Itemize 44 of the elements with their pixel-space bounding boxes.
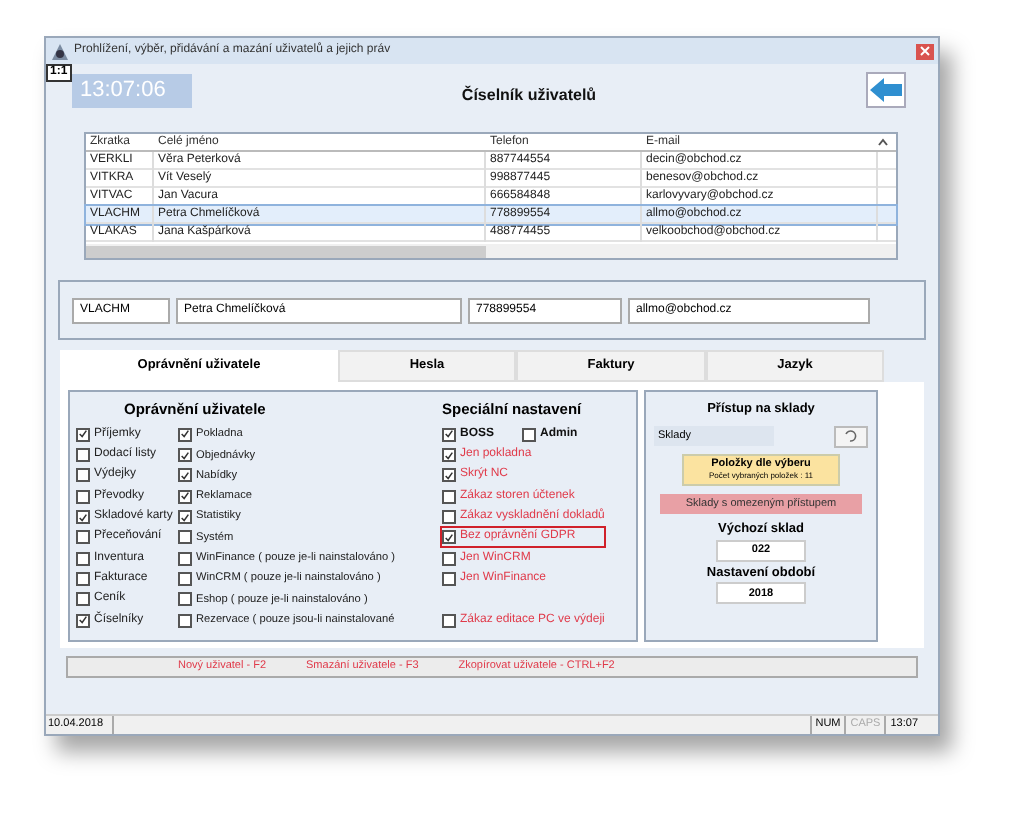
checkbox[interactable] (442, 448, 456, 463)
checkbox[interactable] (178, 489, 192, 504)
checkbox[interactable] (76, 448, 90, 463)
checkbox[interactable] (442, 489, 456, 504)
scroll-up-icon (878, 138, 888, 146)
checkbox[interactable] (178, 427, 192, 442)
checkbox[interactable] (442, 551, 456, 566)
checkbox[interactable] (178, 468, 192, 483)
checkbox[interactable] (76, 551, 90, 566)
checkbox[interactable] (178, 551, 192, 566)
check-icon (444, 531, 454, 544)
checkbox[interactable] (178, 530, 192, 545)
close-icon (920, 46, 930, 56)
checkbox[interactable] (178, 448, 192, 463)
checkbox[interactable] (76, 613, 90, 628)
checkbox[interactable] (442, 530, 456, 545)
checkbox[interactable] (76, 468, 90, 483)
checkbox[interactable] (178, 510, 192, 525)
checkbox[interactable] (76, 427, 90, 442)
checkbox[interactable] (76, 530, 90, 545)
checkbox[interactable] (442, 571, 456, 586)
horizontal-scrollbar[interactable] (86, 244, 896, 258)
checkbox[interactable] (442, 510, 456, 525)
checkbox[interactable] (178, 571, 192, 586)
app-icon (50, 41, 70, 61)
check-icon (78, 428, 88, 441)
back-button[interactable] (866, 72, 906, 108)
refresh-button[interactable] (834, 425, 868, 448)
check-icon (78, 614, 88, 627)
checkbox[interactable] (76, 592, 90, 607)
checkbox[interactable] (76, 510, 90, 525)
checkbox[interactable] (442, 613, 456, 628)
checkbox[interactable] (522, 427, 537, 442)
checkbox[interactable] (178, 613, 192, 628)
checkbox[interactable] (76, 571, 90, 586)
checkbox[interactable] (178, 592, 192, 607)
checkbox[interactable] (442, 468, 456, 483)
heading: Číselník uživatelů (459, 84, 599, 108)
checkbox[interactable] (442, 427, 456, 442)
close-button[interactable] (916, 43, 934, 59)
check-icon (78, 511, 88, 524)
checkbox[interactable] (76, 489, 90, 504)
clock: 13:07:06 (72, 74, 192, 108)
left-arrow-icon (870, 78, 902, 102)
